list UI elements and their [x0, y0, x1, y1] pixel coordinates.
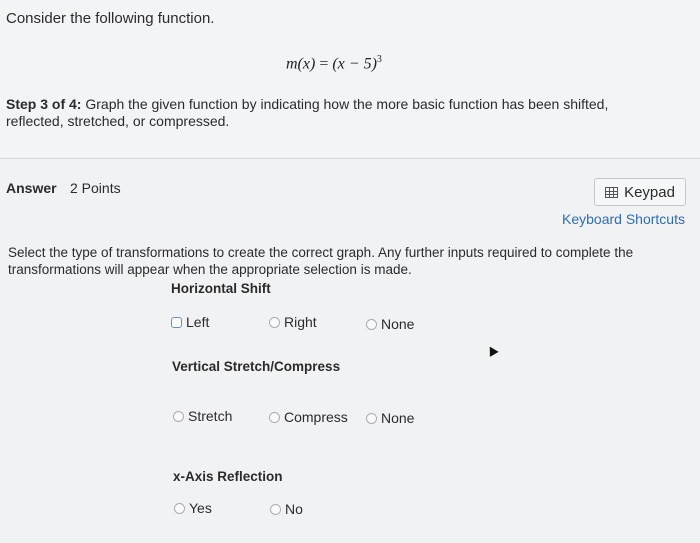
keypad-button[interactable]: Keypad	[594, 178, 686, 206]
option-left-label: Left	[186, 314, 210, 330]
option-stretch[interactable]: Stretch	[173, 408, 232, 424]
option-no-label: No	[285, 501, 303, 517]
vertical-stretch-title: Vertical Stretch/Compress	[172, 359, 341, 374]
radio-horizontal-none[interactable]	[366, 318, 377, 330]
horizontal-shift-title: Horizontal Shift	[171, 281, 271, 296]
formula-rhs: (x − 5)	[332, 55, 377, 73]
radio-stretch[interactable]	[173, 410, 184, 422]
option-compress[interactable]: Compress	[269, 409, 348, 425]
option-vertical-none[interactable]: None	[366, 410, 414, 426]
points-value: 2 Points	[70, 180, 121, 196]
option-vertical-none-label: None	[381, 410, 415, 426]
radio-right[interactable]	[269, 316, 280, 328]
function-formula: m(x) = (x − 5)3	[286, 54, 382, 73]
radio-left[interactable]	[171, 316, 182, 328]
radio-compress[interactable]	[269, 411, 280, 423]
keypad-label: Keypad	[624, 183, 675, 201]
keypad-icon	[605, 186, 619, 198]
x-axis-reflection-title: x-Axis Reflection	[173, 469, 283, 484]
answer-panel: Answer 2 Points Keypad Keyboard Shortcut…	[0, 159, 700, 543]
step-label: Step 3 of 4:	[6, 96, 82, 112]
option-right-label: Right	[284, 314, 317, 330]
question-panel: Consider the following function. m(x) = …	[0, 0, 700, 159]
formula-equals: =	[315, 55, 333, 73]
option-no[interactable]: No	[270, 501, 303, 517]
option-yes-label: Yes	[189, 500, 212, 516]
formula-exponent: 3	[376, 54, 382, 65]
radio-vertical-none[interactable]	[366, 412, 377, 424]
option-compress-label: Compress	[284, 409, 348, 425]
step-instruction: Step 3 of 4: Graph the given function by…	[6, 96, 666, 130]
keyboard-shortcuts-link[interactable]: Keyboard Shortcuts	[562, 211, 685, 227]
option-stretch-label: Stretch	[188, 408, 233, 424]
option-left[interactable]: Left	[171, 314, 209, 330]
option-right[interactable]: Right	[269, 314, 317, 330]
radio-yes[interactable]	[174, 502, 185, 514]
question-intro: Consider the following function.	[6, 10, 215, 27]
formula-lhs: m(x)	[286, 55, 316, 73]
answer-instructions: Select the type of transformations to cr…	[8, 245, 634, 277]
option-horizontal-none[interactable]: None	[366, 316, 414, 332]
answer-label: Answer	[6, 180, 57, 196]
radio-no[interactable]	[270, 503, 281, 515]
step-text: Graph the given function by indicating h…	[6, 96, 609, 129]
option-yes[interactable]: Yes	[174, 500, 212, 516]
option-horizontal-none-label: None	[381, 316, 415, 332]
